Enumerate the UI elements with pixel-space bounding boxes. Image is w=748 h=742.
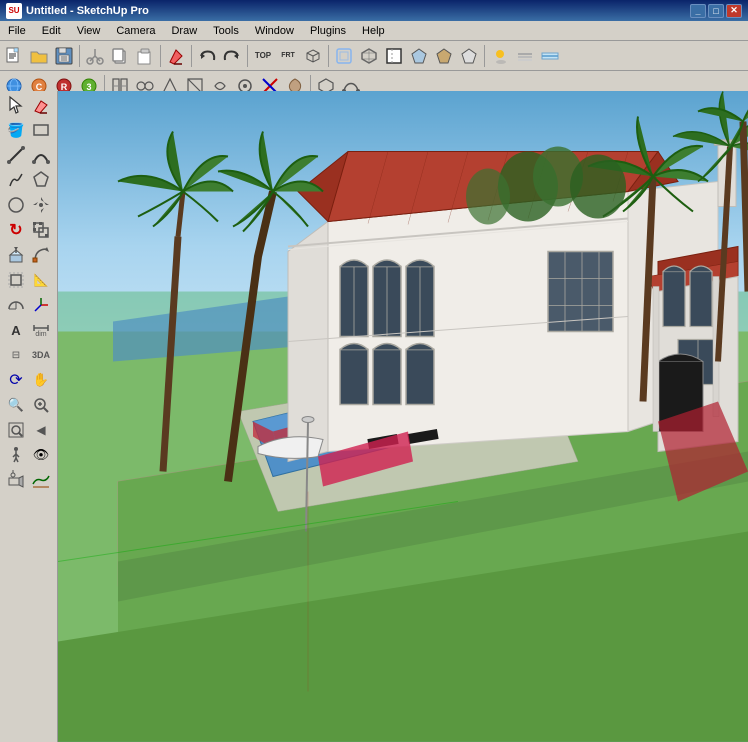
menu-tools[interactable]: Tools <box>205 23 247 39</box>
circle-tool-btn[interactable] <box>4 193 28 217</box>
redo-button[interactable] <box>220 44 244 68</box>
push-pull-tool-btn[interactable] <box>4 243 28 267</box>
select-tool-btn[interactable] <box>4 93 28 117</box>
shaded-texture-button[interactable] <box>432 44 456 68</box>
menu-edit[interactable]: Edit <box>34 23 69 39</box>
hidden-line-button[interactable] <box>382 44 406 68</box>
tape-tool-btn[interactable]: 📐 <box>29 268 53 292</box>
save-button[interactable] <box>52 44 76 68</box>
look-around-btn[interactable]: 👁 <box>29 443 53 467</box>
protractor-tool-btn[interactable] <box>4 293 28 317</box>
paint-tool-btn[interactable]: 🪣 <box>4 118 28 142</box>
separator <box>484 45 485 67</box>
menu-draw[interactable]: Draw <box>163 23 205 39</box>
scale-tool-btn[interactable] <box>29 218 53 242</box>
cut-button[interactable] <box>83 44 107 68</box>
dim-tool-btn[interactable]: dim <box>29 318 53 342</box>
eraser-tool-btn[interactable] <box>29 93 53 117</box>
main-viewport[interactable] <box>58 91 748 742</box>
zoom-ext-btn[interactable] <box>4 418 28 442</box>
svg-text:R: R <box>61 82 68 92</box>
menu-view[interactable]: View <box>69 23 109 39</box>
maximize-button[interactable]: □ <box>708 4 724 18</box>
separator <box>328 45 329 67</box>
sandbox-btn[interactable] <box>29 468 53 492</box>
menu-camera[interactable]: Camera <box>108 23 163 39</box>
paste-button[interactable] <box>133 44 157 68</box>
window-controls: _ □ ✕ <box>690 4 742 18</box>
svg-text:dim: dim <box>35 331 46 338</box>
scene <box>58 91 748 742</box>
toolbar-standard: TOP FRT <box>0 41 748 71</box>
erase-button[interactable] <box>164 44 188 68</box>
section-tool-btn[interactable]: ⊟ <box>4 343 28 367</box>
close-button[interactable]: ✕ <box>726 4 742 18</box>
menu-plugins[interactable]: Plugins <box>302 23 354 39</box>
new-button[interactable] <box>2 44 26 68</box>
app-icon: SU <box>6 3 22 19</box>
section-plane-button[interactable] <box>538 44 562 68</box>
minimize-button[interactable]: _ <box>690 4 706 18</box>
menu-help[interactable]: Help <box>354 23 393 39</box>
axes-tool-btn[interactable] <box>29 293 53 317</box>
camera-front-button[interactable]: FRT <box>276 44 300 68</box>
title-bar: SU Untitled - SketchUp Pro _ □ ✕ <box>0 0 748 21</box>
line-tool-btn[interactable] <box>4 143 28 167</box>
prev-view-btn[interactable]: ◀ <box>29 418 53 442</box>
rect-tool-btn[interactable] <box>29 118 53 142</box>
menu-file[interactable]: File <box>0 23 34 39</box>
rotate-tool-btn[interactable]: ↻ <box>4 218 28 242</box>
walk-tool-btn[interactable] <box>4 443 28 467</box>
separator <box>160 45 161 67</box>
freehand-tool-btn[interactable] <box>4 168 28 192</box>
wireframe-button[interactable] <box>357 44 381 68</box>
menu-window[interactable]: Window <box>247 23 302 39</box>
polygon-tool-btn[interactable] <box>29 168 53 192</box>
arc-tool-btn[interactable] <box>29 143 53 167</box>
pan-tool-btn[interactable]: ✋ <box>29 368 53 392</box>
3dtext-tool-btn[interactable]: 3DA <box>29 343 53 367</box>
separator <box>191 45 192 67</box>
separator <box>247 45 248 67</box>
camera-iso-button[interactable] <box>301 44 325 68</box>
copy-button[interactable] <box>108 44 132 68</box>
svg-text:C: C <box>36 82 43 92</box>
separator <box>79 45 80 67</box>
svg-text:3: 3 <box>86 82 91 92</box>
shadow-button[interactable] <box>488 44 512 68</box>
move-tool-btn[interactable] <box>29 193 53 217</box>
open-button[interactable] <box>27 44 51 68</box>
undo-button[interactable] <box>195 44 219 68</box>
camera-top-button[interactable]: TOP <box>251 44 275 68</box>
xray-button[interactable] <box>332 44 356 68</box>
zoom-window-btn[interactable] <box>29 393 53 417</box>
offset-tool-btn[interactable] <box>4 268 28 292</box>
menu-bar: File Edit View Camera Draw Tools Window … <box>0 21 748 41</box>
text-tool-btn[interactable]: A <box>4 318 28 342</box>
shaded-button[interactable] <box>407 44 431 68</box>
orbit-tool-btn[interactable]: ⟳ <box>4 368 28 392</box>
position-cam-btn[interactable] <box>4 468 28 492</box>
scene-svg <box>58 91 748 742</box>
monochrome-button[interactable] <box>457 44 481 68</box>
follow-me-tool-btn[interactable] <box>29 243 53 267</box>
zoom-tool-btn[interactable]: 🔍 <box>4 393 28 417</box>
fog-button[interactable] <box>513 44 537 68</box>
left-toolbar: 🪣 ↻ <box>0 91 58 742</box>
window-title: Untitled - SketchUp Pro <box>26 5 149 17</box>
